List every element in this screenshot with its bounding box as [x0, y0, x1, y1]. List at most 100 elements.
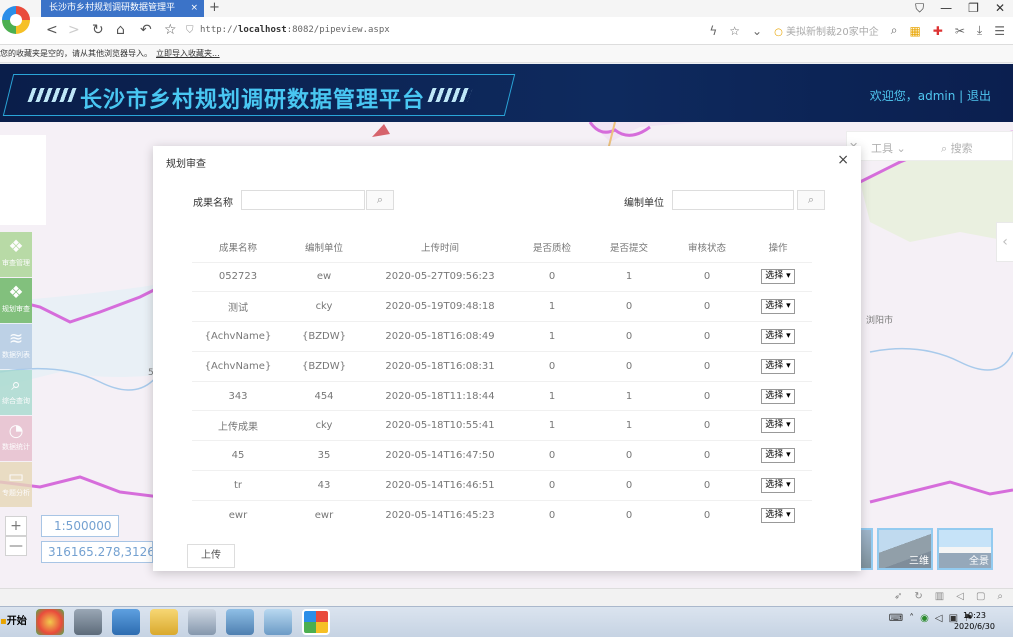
system-clock[interactable]: 10:23 2020/6/30 — [954, 610, 995, 632]
speaker-icon[interactable]: ◁ — [956, 591, 964, 602]
app-icon-manager[interactable] — [226, 609, 254, 635]
ime-icon[interactable]: ◉ — [920, 613, 929, 624]
rocket-icon[interactable]: ➶ — [894, 591, 902, 602]
apps-icon[interactable]: ▦ — [909, 24, 920, 38]
tab-title: 长沙市乡村规划调研数据管理平 — [49, 3, 176, 13]
table-row: tr 43 2020-05-14T16:46:51 0 0 0 选择 ▾ — [192, 470, 812, 501]
cell-op: 选择 ▾ — [744, 380, 812, 411]
achievement-name-input[interactable] — [241, 190, 365, 210]
cell-status: 0 — [670, 321, 744, 352]
browser-tab-bar: 长沙市乡村规划调研数据管理平 × + ⛉ — ❐ ✕ — [0, 0, 1013, 17]
new-tab-button[interactable]: + — [209, 0, 220, 16]
cell-unit: 43 — [284, 470, 364, 501]
action-select-value: 选择 — [765, 330, 784, 341]
action-select-value: 选择 — [765, 510, 784, 521]
action-select[interactable]: 选择 ▾ — [761, 269, 795, 285]
action-select[interactable]: 选择 ▾ — [761, 477, 795, 493]
search-icon[interactable]: ⌕ — [891, 23, 898, 38]
zoom-icon[interactable]: ⌕ — [997, 591, 1003, 602]
user-logout-link[interactable]: 欢迎您，admin | 退出 — [870, 87, 991, 104]
scissors-icon[interactable]: ✂ — [955, 24, 965, 38]
refresh-icon[interactable]: ↻ — [914, 591, 922, 602]
action-select-value: 选择 — [765, 420, 784, 431]
favorite-star-icon[interactable]: ☆ — [164, 22, 177, 38]
action-select[interactable]: 选择 ▾ — [761, 388, 795, 404]
action-select[interactable]: 选择 ▾ — [761, 418, 795, 434]
cell-time: 2020-05-19T09:48:18 — [364, 291, 516, 322]
cell-op: 选择 ▾ — [744, 321, 812, 352]
action-select[interactable]: 选择 ▾ — [761, 358, 795, 374]
cell-unit: ewr — [284, 499, 364, 531]
start-button[interactable]: ▪开始 — [0, 612, 27, 627]
reload-icon[interactable]: ↻ — [92, 22, 104, 38]
tray-up-icon[interactable]: ˄ — [909, 613, 914, 624]
upload-button[interactable]: 上传 — [187, 544, 235, 568]
minimize-icon[interactable]: — — [940, 0, 952, 16]
download-icon[interactable]: ⤓ — [977, 23, 982, 38]
cell-name: 上传成果 — [192, 410, 284, 441]
bookmark-star-icon[interactable]: ☆ — [729, 24, 740, 38]
app-icon-tools[interactable] — [188, 609, 216, 635]
keyboard-icon[interactable]: ⌨ — [889, 613, 903, 624]
search-name-button[interactable]: ⌕ — [366, 190, 394, 210]
back-icon[interactable]: < — [46, 22, 58, 38]
action-select[interactable]: 选择 ▾ — [761, 328, 795, 344]
close-window-icon[interactable]: ✕ — [995, 0, 1005, 16]
cell-status: 0 — [670, 261, 744, 292]
cell-submit: 1 — [588, 261, 670, 292]
app-icon-editor[interactable] — [264, 609, 292, 635]
unit-input[interactable] — [672, 190, 794, 210]
app-icon-terminal[interactable] — [112, 609, 140, 635]
cell-status: 0 — [670, 380, 744, 411]
filter-name-label: 成果名称 — [193, 198, 233, 209]
cell-op: 选择 ▾ — [744, 470, 812, 501]
col-header: 操作 — [768, 242, 788, 254]
action-select[interactable]: 选择 ▾ — [761, 508, 795, 524]
cell-qc: 1 — [516, 380, 588, 411]
browser-tab[interactable]: 长沙市乡村规划调研数据管理平 × — [41, 0, 204, 17]
cell-time: 2020-05-14T16:47:50 — [364, 440, 516, 471]
forward-icon[interactable]: > — [68, 22, 80, 38]
browser-logo-icon[interactable] — [2, 6, 30, 34]
cell-submit: 0 — [588, 470, 670, 501]
cell-time: 2020-05-14T16:45:23 — [364, 499, 516, 531]
cell-name: {AchvName} — [192, 350, 284, 382]
home-icon[interactable]: ⌂ — [116, 22, 125, 38]
app-icon-folder[interactable] — [150, 609, 178, 635]
app-header: 长沙市乡村规划调研数据管理平台 欢迎您，admin | 退出 — [0, 64, 1013, 122]
chevron-down-icon[interactable]: ⌄ — [752, 24, 762, 38]
cell-qc: 0 — [516, 470, 588, 501]
search-unit-button[interactable]: ⌕ — [797, 190, 825, 210]
browser-search-input[interactable]: ○ 美拟新制裁20家中企 — [774, 23, 879, 38]
cell-name: {AchvName} — [192, 321, 284, 352]
lightning-icon[interactable]: ϟ — [709, 24, 717, 38]
action-select-value: 选择 — [765, 479, 784, 490]
trash-icon[interactable]: ▥ — [935, 591, 944, 602]
game-icon[interactable]: ✚ — [933, 24, 943, 38]
search-hint: 美拟新制裁20家中企 — [785, 27, 879, 38]
restore-icon[interactable]: ❐ — [968, 0, 979, 16]
close-icon[interactable]: × — [837, 152, 849, 168]
clock-time: 10:23 — [962, 611, 987, 620]
cell-unit: cky — [284, 291, 364, 322]
col-header: 是否质检 — [532, 242, 571, 254]
import-favorites-link[interactable]: 立即导入收藏夹... — [156, 49, 220, 58]
menu-icon[interactable]: ☰ — [994, 24, 1005, 38]
app-icon-colorful[interactable] — [36, 609, 64, 635]
url-input[interactable]: http://localhost:8082/pipeview.aspx — [200, 25, 390, 35]
table-row: {AchvName} {BZDW} 2020-05-18T16:08:49 1 0 0 选择… — [192, 321, 812, 352]
skin-icon[interactable]: ⛉ — [915, 0, 924, 16]
action-select[interactable]: 选择 ▾ — [761, 299, 795, 315]
cell-submit: 0 — [588, 440, 670, 471]
undo-icon[interactable]: ↶ — [140, 22, 152, 38]
title-stripes-right — [427, 88, 473, 102]
volume-icon[interactable]: ◁ — [935, 613, 943, 624]
search-engine-icon: ○ — [774, 27, 783, 38]
search-icon: ⌕ — [807, 193, 815, 206]
action-select-value: 选择 — [765, 390, 784, 401]
window-icon[interactable]: ▢ — [976, 591, 985, 602]
app-icon-network[interactable] — [74, 609, 102, 635]
app-icon-browser[interactable] — [302, 609, 330, 635]
action-select[interactable]: 选择 ▾ — [761, 448, 795, 464]
tab-close-icon[interactable]: × — [190, 0, 198, 17]
